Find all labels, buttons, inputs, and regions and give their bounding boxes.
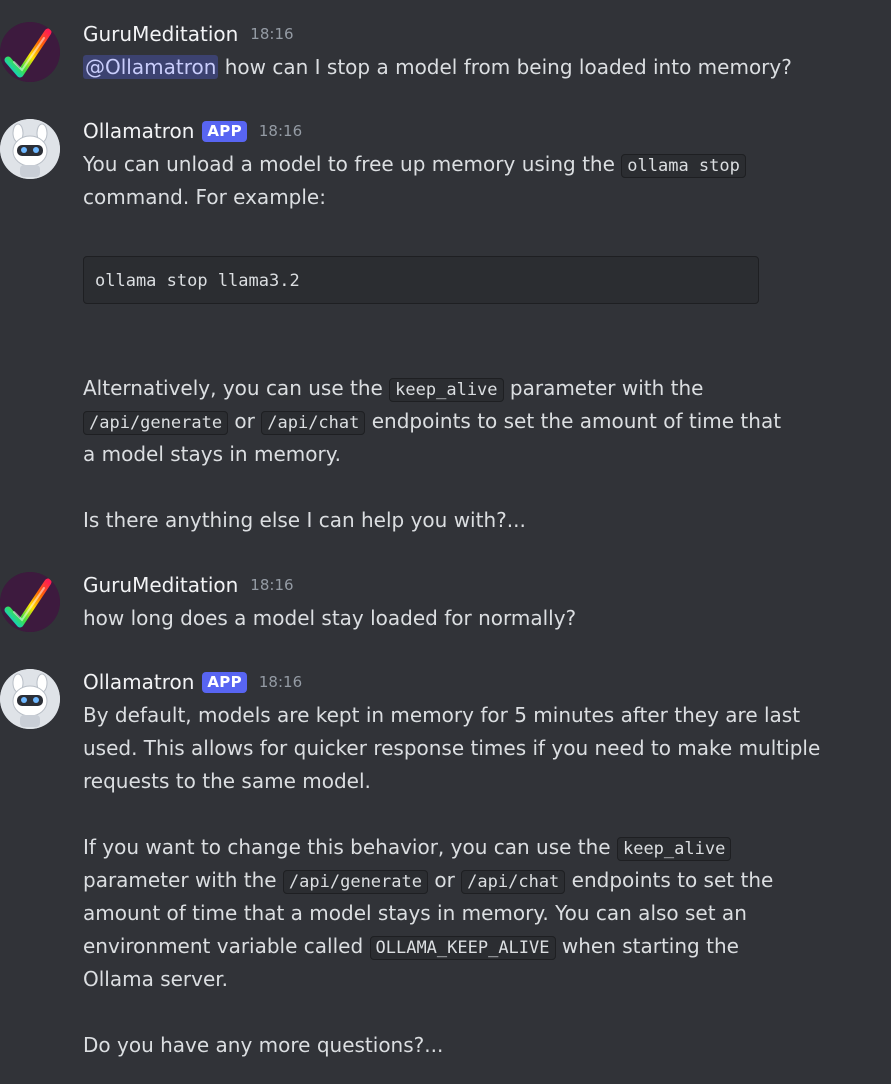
author-name[interactable]: Ollamatron: [83, 666, 194, 699]
timestamp: 18:16: [250, 25, 294, 43]
message-content: By default, models are kept in memory fo…: [83, 699, 843, 1062]
code-block: ollama stop llama3.2: [83, 256, 759, 304]
author-name[interactable]: GuruMeditation: [83, 18, 238, 51]
avatar[interactable]: [0, 22, 60, 82]
message-text: or: [427, 868, 462, 892]
inline-code: keep_alive: [389, 378, 504, 402]
user-mention[interactable]: @Ollamatron: [83, 55, 219, 79]
message-text: parameter with the: [83, 868, 283, 892]
message-text: parameter with the: [503, 376, 704, 400]
message-text: environment variable called: [83, 934, 370, 958]
message-text: command. For example:: [83, 185, 326, 209]
inline-code: OLLAMA_KEEP_ALIVE: [369, 936, 556, 960]
message-content: how long does a model stay loaded for no…: [83, 602, 843, 635]
inline-code: /api/chat: [261, 411, 366, 435]
checkmark-rainbow-icon: [0, 22, 60, 82]
message-text: how can I stop a model from being loaded…: [218, 55, 792, 79]
avatar[interactable]: [0, 119, 60, 179]
message-text: how long does a model stay loaded for no…: [83, 606, 577, 630]
message-text: If you want to change this behavior, you…: [83, 835, 617, 859]
message-content: Alternatively, you can use the keep_aliv…: [83, 372, 843, 537]
message-header: Ollamatron APP 18:16: [83, 115, 302, 148]
app-badge: APP: [202, 672, 247, 693]
inline-code: ollama stop: [621, 154, 746, 178]
message-text: when starting the: [555, 934, 739, 958]
checkmark-rainbow-icon: [0, 572, 60, 632]
message-text: requests to the same model.: [83, 769, 371, 793]
message-text: By default, models are kept in memory fo…: [83, 703, 801, 727]
message-text: Is there anything else I can help you wi…: [83, 508, 526, 532]
author-name[interactable]: GuruMeditation: [83, 569, 238, 602]
robot-llama-icon: [0, 669, 60, 729]
timestamp: 18:16: [250, 576, 294, 594]
message-text: Do you have any more questions?...: [83, 1033, 444, 1057]
message-text: amount of time that a model stays in mem…: [83, 901, 747, 925]
timestamp: 18:16: [258, 673, 303, 691]
message-text: endpoints to set the amount of time that: [365, 409, 782, 433]
message-header: GuruMeditation 18:16: [83, 18, 294, 51]
author-name[interactable]: Ollamatron: [83, 115, 194, 148]
robot-llama-icon: [0, 119, 60, 179]
message-content: @Ollamatron how can I stop a model from …: [83, 51, 843, 84]
timestamp: 18:16: [258, 122, 303, 140]
avatar[interactable]: [0, 572, 60, 632]
inline-code: keep_alive: [616, 837, 732, 861]
message-text: used. This allows for quicker response t…: [83, 736, 821, 760]
inline-code: /api/chat: [461, 870, 566, 894]
message-text: endpoints to set the: [565, 868, 774, 892]
message-content: You can unload a model to free up memory…: [83, 148, 843, 214]
inline-code: /api/generate: [282, 870, 428, 894]
message-header: GuruMeditation 18:16: [83, 569, 294, 602]
message-text: Alternatively, you can use the: [83, 376, 390, 400]
inline-code: /api/generate: [83, 411, 229, 435]
app-badge: APP: [202, 121, 247, 142]
message-text: You can unload a model to free up memory…: [83, 152, 622, 176]
avatar[interactable]: [0, 669, 60, 729]
message-header: Ollamatron APP 18:16: [83, 666, 302, 699]
message-text: Ollama server.: [83, 967, 229, 991]
message-text: a model stays in memory.: [83, 442, 342, 466]
message-text: or: [228, 409, 262, 433]
